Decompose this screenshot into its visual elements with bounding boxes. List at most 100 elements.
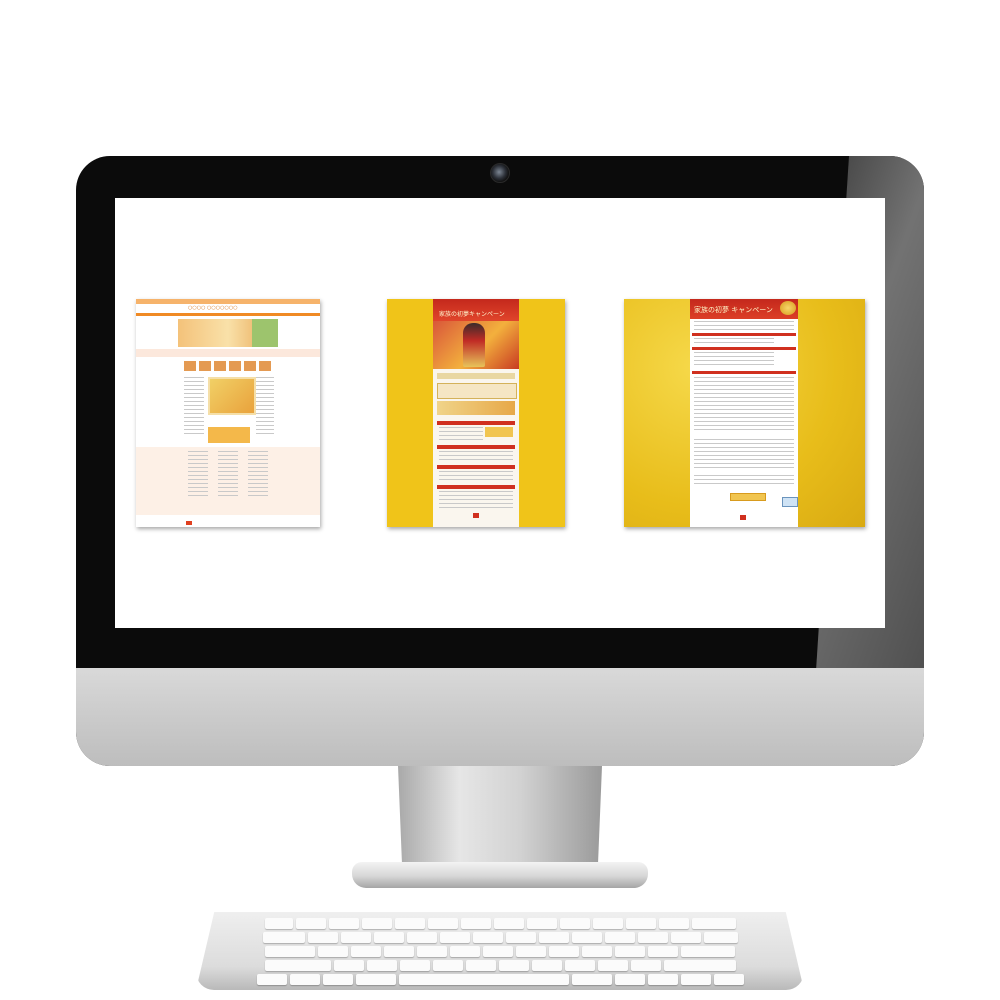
key-row-5	[196, 974, 804, 985]
key	[417, 946, 447, 957]
key	[351, 946, 381, 957]
key	[427, 918, 458, 929]
subnav	[136, 349, 320, 357]
key	[432, 960, 463, 971]
key	[670, 932, 701, 943]
key	[406, 932, 437, 943]
keyboard	[196, 912, 804, 990]
section-text-3	[439, 471, 513, 481]
entry-button	[485, 427, 513, 437]
side-promo	[252, 319, 278, 347]
key	[262, 932, 305, 943]
site-header-text: ○○○○ ○○○○○○○	[188, 305, 238, 311]
key	[658, 918, 689, 929]
key-row-1	[196, 918, 804, 929]
nav-bar	[136, 313, 320, 316]
right-links	[256, 377, 274, 437]
section-header-1	[437, 421, 515, 425]
arrow-left-key	[647, 974, 678, 985]
key	[361, 918, 392, 929]
section-text-4	[439, 491, 513, 509]
key	[439, 932, 470, 943]
key	[625, 918, 656, 929]
key	[460, 918, 491, 929]
key	[681, 946, 735, 957]
section-text-1	[439, 427, 483, 441]
form-title: 家族の初夢 キャンペーン	[694, 306, 773, 314]
key	[256, 974, 287, 985]
intro-strip	[437, 373, 515, 379]
key	[592, 918, 623, 929]
key	[289, 974, 320, 985]
key	[355, 974, 396, 985]
key-row-2	[196, 932, 804, 943]
spacebar	[398, 974, 569, 985]
key	[493, 918, 524, 929]
key	[630, 960, 661, 971]
key	[691, 918, 736, 929]
privacy-text	[694, 475, 794, 485]
top-strip	[136, 299, 320, 304]
webcam-icon	[490, 163, 510, 183]
footer-links-1	[188, 451, 208, 499]
key	[265, 946, 315, 957]
key	[538, 932, 569, 943]
key	[663, 960, 736, 971]
hero-figure	[463, 323, 485, 367]
ssl-badge-icon	[782, 497, 798, 507]
intro-text	[694, 321, 794, 331]
key	[450, 946, 480, 957]
key	[465, 960, 496, 971]
key	[637, 932, 668, 943]
key	[614, 974, 645, 985]
monitor-chin	[76, 668, 924, 766]
key	[516, 946, 546, 957]
key	[307, 932, 338, 943]
key	[498, 960, 529, 971]
promo-box	[208, 427, 250, 443]
form-section-2	[692, 347, 796, 350]
key	[264, 960, 331, 971]
monitor-stand	[398, 766, 602, 866]
key	[531, 960, 562, 971]
key	[384, 946, 414, 957]
footer-logo	[473, 513, 479, 518]
key	[318, 946, 348, 957]
key	[328, 918, 359, 929]
key	[615, 946, 645, 957]
section-header-3	[437, 465, 515, 469]
key	[373, 932, 404, 943]
thumbnail-campaign-landing[interactable]: 家族の初夢キャンペーン	[387, 299, 565, 527]
section-header-4	[437, 485, 515, 489]
submit-button	[730, 493, 766, 501]
arrow-down-key	[680, 974, 711, 985]
key	[571, 932, 602, 943]
key	[604, 932, 635, 943]
key	[472, 932, 503, 943]
monitor-screen: ○○○○ ○○○○○○○ 家族の初夢キャンペーン 家族の初夢 キャンペーン	[115, 198, 885, 628]
key	[322, 974, 353, 985]
feature-product	[208, 377, 256, 415]
campaign-title: 家族の初夢キャンペーン	[439, 311, 505, 318]
thumbnail-campaign-form[interactable]: 家族の初夢 キャンペーン	[624, 299, 865, 527]
key	[394, 918, 425, 929]
key	[597, 960, 628, 971]
prize-banner	[437, 401, 515, 415]
key	[559, 918, 590, 929]
prize-box	[437, 383, 517, 399]
monitor-stand-base	[352, 862, 648, 888]
key	[582, 946, 612, 957]
key	[483, 946, 513, 957]
key	[648, 946, 678, 957]
key	[264, 918, 293, 929]
thumbnail-store-homepage[interactable]: ○○○○ ○○○○○○○	[136, 299, 320, 527]
key	[295, 918, 326, 929]
key	[399, 960, 430, 971]
footer-links-2	[218, 451, 238, 499]
form-section-1	[692, 333, 796, 336]
key	[333, 960, 364, 971]
key	[340, 932, 371, 943]
form-options	[694, 439, 794, 471]
footer-logo	[186, 521, 192, 525]
form-text-1	[694, 338, 774, 344]
